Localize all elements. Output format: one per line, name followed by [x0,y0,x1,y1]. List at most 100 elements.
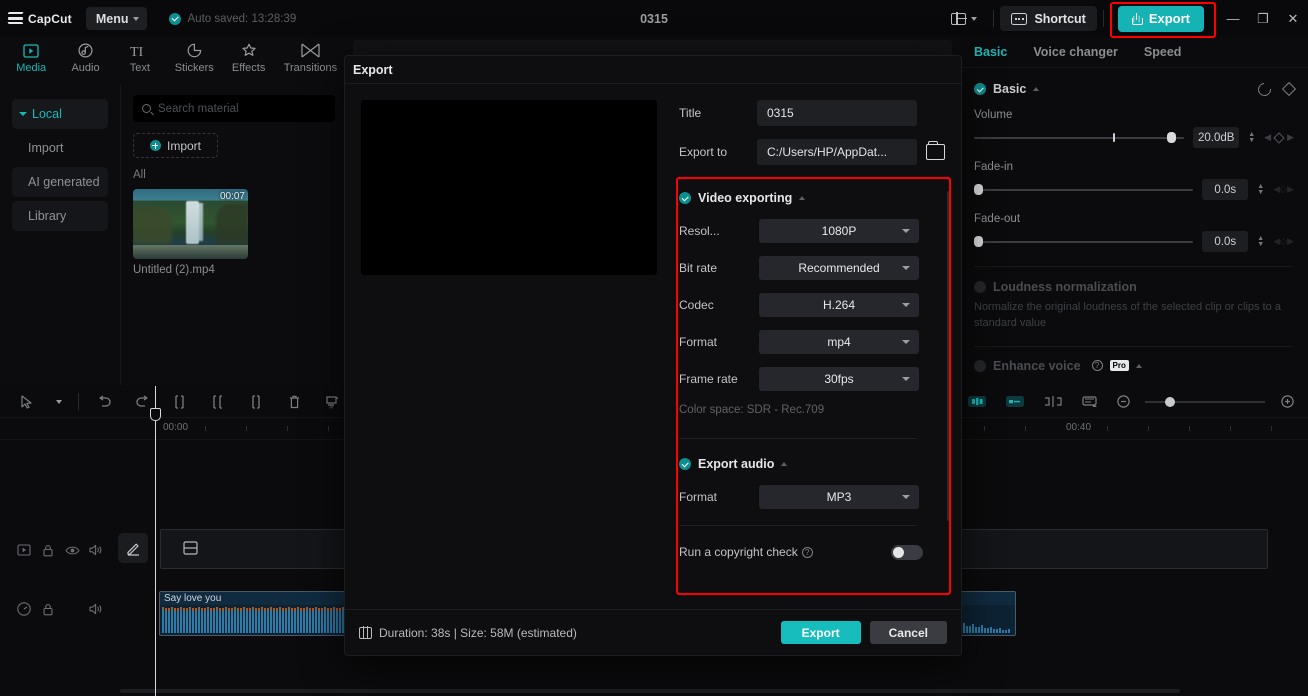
fade-in-slider[interactable] [974,183,1194,197]
window-controls: — ❐ ✕ [1218,0,1308,37]
format-select[interactable]: mp4 [759,330,919,354]
codec-select[interactable]: H.264 [759,293,919,317]
category-library[interactable]: Library [12,201,108,231]
volume-slider[interactable] [974,131,1185,145]
basic-checkbox[interactable] [974,83,986,95]
bitrate-select[interactable]: Recommended [759,256,919,280]
thumbnail-decor [133,245,248,259]
audio-icon [78,42,93,59]
zoom-out-icon[interactable] [1110,386,1136,418]
export-path-input[interactable]: C:/Users/HP/AppDat... [757,139,917,165]
split-icon[interactable] [161,386,199,418]
fade-out-keyframe-controls[interactable]: ◀◇▶ [1273,236,1294,247]
export-audio-checkbox[interactable] [679,458,691,470]
tab-audio[interactable]: Audio [58,37,112,74]
title-field-label: Title [679,106,702,120]
adapt-icon[interactable] [1072,386,1110,418]
shortcut-button[interactable]: Shortcut [1000,6,1097,31]
reset-icon[interactable] [1255,79,1274,99]
volume-stepper[interactable]: ▲ ▼ [1248,131,1255,144]
basic-section-header: Basic [974,79,1297,99]
fade-in-keyframe-controls[interactable]: ◀◇▶ [1273,184,1294,195]
audio-track-icon[interactable] [12,597,36,621]
export-button[interactable]: Export [1117,5,1204,32]
playhead-handle[interactable] [150,408,161,421]
media-item[interactable]: 00:07 Untitled (2).mp4 [133,189,248,276]
framerate-select[interactable]: 30fps [759,367,919,391]
fade-out-value[interactable]: 0.0s [1202,231,1249,252]
tab-voice-changer[interactable]: Voice changer [1033,45,1118,59]
tab-effects[interactable]: Effects [221,37,275,74]
tab-media[interactable]: Media [4,37,58,74]
category-ai-generated[interactable]: AI generated [12,167,108,197]
title-row: Title 0315 [679,100,945,126]
fade-out-stepper[interactable]: ▲ ▼ [1257,235,1264,248]
chevron-up-icon[interactable] [1033,87,1040,91]
track-visibility-icon[interactable] [60,538,84,562]
layout-icon [951,12,967,25]
close-button[interactable]: ✕ [1278,0,1308,37]
track-lock-icon[interactable] [36,538,60,562]
format-value: mp4 [827,335,851,349]
audio-format-select[interactable]: MP3 [759,485,919,509]
layout-button[interactable] [941,12,987,25]
tab-speed[interactable]: Speed [1144,45,1182,59]
delete-icon[interactable] [275,386,313,418]
tab-stickers[interactable]: Stickers [167,37,221,74]
tab-text[interactable]: TI Text [113,37,167,75]
enhance-voice-checkbox[interactable] [974,359,986,372]
timeline-scrollbar[interactable] [120,689,1180,693]
chevron-up-icon[interactable] [799,196,806,200]
chevron-up-icon[interactable] [781,462,788,466]
tab-basic[interactable]: Basic [974,45,1007,59]
playhead[interactable] [150,386,161,696]
tool-dropdown-icon[interactable] [46,386,72,418]
framerate-label: Frame rate [679,372,738,386]
export-audio-title: Export audio [698,457,775,471]
category-import[interactable]: Import [12,133,108,163]
audio-format-row: Format MP3 [679,485,945,509]
dialog-export-button[interactable]: Export [780,621,861,644]
mirror-center-icon[interactable] [958,386,996,418]
fade-out-slider[interactable] [974,235,1194,249]
chevron-down-icon [902,377,910,381]
zoom-slider[interactable] [1145,396,1265,407]
split-marker-icon[interactable] [1034,386,1072,418]
dialog-scrollbar[interactable] [947,191,951,521]
fade-in-stepper[interactable]: ▲ ▼ [1257,183,1264,196]
loudness-checkbox[interactable] [974,281,986,293]
title-input[interactable]: 0315 [757,100,917,126]
info-icon[interactable]: ? [1091,360,1103,372]
video-exporting-checkbox[interactable] [679,192,691,204]
folder-icon[interactable] [926,141,945,160]
trim-right-icon[interactable] [237,386,275,418]
fade-in-value[interactable]: 0.0s [1202,179,1249,200]
info-icon[interactable]: ? [801,546,813,558]
menu-button[interactable]: Menu [85,7,147,30]
dialog-cancel-button[interactable]: Cancel [869,621,947,644]
volume-value[interactable]: 20.0dB [1193,127,1240,148]
restore-button[interactable]: ❐ [1248,0,1278,37]
resolution-select[interactable]: 1080P [759,219,919,243]
chevron-up-icon[interactable] [1135,363,1142,368]
track-preview-icon[interactable] [12,538,36,562]
select-tool-icon[interactable] [8,386,46,418]
import-button[interactable]: Import [133,133,218,158]
category-local[interactable]: Local [12,99,108,129]
volume-keyframe-controls[interactable]: ◀ ▶ [1264,131,1294,144]
trim-left-icon[interactable] [199,386,237,418]
minimize-button[interactable]: — [1218,0,1248,37]
undo-icon[interactable] [85,386,123,418]
edit-clip-button[interactable] [118,533,148,563]
keyframe-icon[interactable] [1281,81,1297,97]
track-mute-icon[interactable] [84,538,108,562]
tab-transitions[interactable]: Transitions [276,37,345,74]
search-input[interactable]: Search material [133,95,335,122]
copyright-check-toggle[interactable] [891,544,923,560]
zoom-in-icon[interactable] [1274,386,1300,418]
tab-audio-label: Audio [71,62,100,74]
audio-mute-icon[interactable] [84,597,108,621]
audio-lock-icon[interactable] [36,597,60,621]
mirror-right-icon[interactable] [996,386,1034,418]
volume-label: Volume [974,109,1013,121]
